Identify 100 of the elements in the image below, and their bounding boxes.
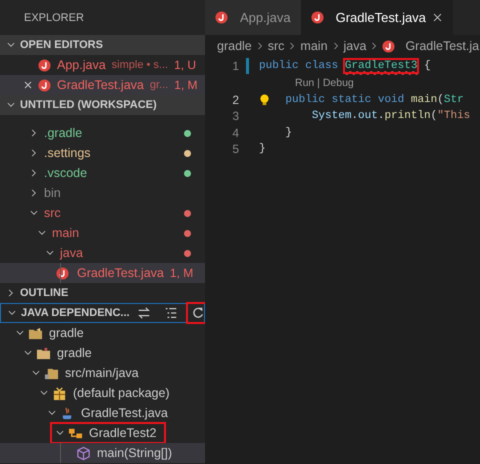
folder-name: bin bbox=[44, 186, 61, 200]
file-item[interactable]: GradleTest.java 1, M bbox=[0, 263, 205, 283]
project-folder-icon bbox=[28, 326, 43, 340]
code-token: main bbox=[410, 94, 438, 106]
folder-name: .vscode bbox=[44, 166, 88, 180]
folder-item[interactable]: .settings bbox=[0, 143, 205, 163]
folder-icon bbox=[36, 346, 51, 360]
file-name: GradleTest.java bbox=[77, 266, 164, 280]
sidebar-title: EXPLORER bbox=[23, 10, 85, 26]
breadcrumb-item[interactable]: java bbox=[344, 39, 366, 53]
folder-item[interactable]: java bbox=[0, 243, 205, 263]
dependency-name: GradleTest.java bbox=[81, 406, 168, 420]
dependency-item[interactable]: main(String[]) bbox=[0, 443, 205, 463]
open-editor-item[interactable]: App.java simple • s... 1, U bbox=[0, 55, 205, 75]
folder-name: main bbox=[52, 226, 80, 240]
folder-item[interactable]: .vscode bbox=[0, 163, 205, 183]
section-header[interactable]: OUTLINE bbox=[0, 283, 205, 303]
code-token: class bbox=[305, 60, 340, 72]
code-token: ( bbox=[437, 94, 444, 106]
refresh-icon bbox=[190, 306, 205, 320]
dependency-name: src/main/java bbox=[65, 366, 139, 380]
breadcrumb-item[interactable]: src bbox=[268, 39, 284, 53]
folder-name: java bbox=[60, 246, 83, 260]
editor-tab[interactable]: App.java bbox=[205, 0, 301, 35]
close-icon[interactable] bbox=[432, 12, 443, 23]
chevron-right-icon bbox=[370, 41, 378, 51]
section-header[interactable]: OPEN EDITORS bbox=[0, 35, 205, 55]
code-lens[interactable]: Run | Debug bbox=[205, 74, 480, 92]
editor-tab[interactable]: GradleTest.java bbox=[300, 0, 453, 35]
java-file-icon bbox=[38, 78, 51, 92]
cube-icon bbox=[76, 446, 91, 460]
section-header[interactable]: JAVA DEPENDENC... bbox=[0, 303, 205, 323]
code-token: ( bbox=[430, 110, 438, 122]
breadcrumb-item[interactable]: gradle bbox=[217, 39, 252, 53]
code-token: out bbox=[358, 110, 378, 122]
folder-name: .settings bbox=[44, 146, 91, 160]
code-token: . bbox=[378, 110, 384, 122]
code-token: "This bbox=[437, 110, 470, 122]
dependency-name: gradle bbox=[57, 346, 92, 360]
line-number: 5 bbox=[231, 142, 239, 156]
folder-name: .gradle bbox=[44, 126, 82, 140]
chevron-right-icon bbox=[288, 41, 296, 51]
file-name: GradleTest.java bbox=[57, 78, 144, 92]
java-file-icon bbox=[310, 11, 324, 24]
code-token: } bbox=[285, 126, 292, 139]
close-icon[interactable] bbox=[22, 79, 34, 91]
code-token: { bbox=[424, 60, 431, 72]
chevron-right-icon bbox=[256, 41, 264, 51]
code-token: } bbox=[259, 143, 266, 156]
dependency-name: main(String[]) bbox=[97, 446, 172, 460]
file-description: simple • s... bbox=[112, 59, 168, 71]
dependency-item[interactable]: src/main/java bbox=[0, 363, 205, 383]
folder-item[interactable]: main bbox=[0, 223, 205, 243]
list-icon bbox=[164, 306, 178, 320]
code-token: System bbox=[312, 110, 352, 122]
line-number: 2 bbox=[231, 92, 239, 107]
folder-name: src bbox=[44, 206, 61, 220]
file-name: App.java bbox=[57, 58, 106, 72]
swap-icon bbox=[136, 306, 151, 320]
code-token: void bbox=[378, 94, 406, 106]
package-icon bbox=[52, 386, 67, 400]
java-file-icon bbox=[382, 40, 396, 52]
file-description: gr... bbox=[150, 79, 168, 91]
dependency-item[interactable]: gradle bbox=[0, 343, 205, 363]
code-token: GradleTest3 bbox=[344, 60, 418, 72]
refresh-button[interactable] bbox=[188, 304, 205, 322]
dependency-item[interactable]: GradleTest.java bbox=[0, 403, 205, 423]
status-dot bbox=[184, 230, 191, 236]
code-token: . bbox=[351, 110, 358, 122]
chevron-right-icon bbox=[332, 41, 340, 51]
problem-count: 1, M bbox=[174, 78, 198, 92]
folder-item[interactable]: bin bbox=[0, 183, 205, 203]
problem-count: 1, M bbox=[170, 266, 194, 280]
dependency-name: GradleTest2 bbox=[89, 426, 156, 440]
status-dot bbox=[184, 150, 191, 156]
dependency-item[interactable]: (default package) bbox=[0, 383, 205, 403]
open-editor-item[interactable]: GradleTest.java gr... 1, M bbox=[0, 75, 205, 95]
problem-count: 1, U bbox=[174, 58, 196, 72]
line-number: 3 bbox=[231, 109, 239, 124]
dependency-item[interactable]: GradleTest2 bbox=[0, 423, 205, 443]
status-dot bbox=[184, 210, 191, 216]
java-file-icon bbox=[215, 11, 228, 24]
java-file-icon bbox=[56, 266, 69, 280]
code-token: println bbox=[384, 110, 431, 122]
line-number: 1 bbox=[231, 59, 239, 74]
line-number: 4 bbox=[231, 126, 239, 140]
folder-item[interactable]: .gradle bbox=[0, 123, 205, 143]
status-dot bbox=[184, 170, 191, 176]
java-file-icon bbox=[38, 58, 51, 72]
dependency-name: (default package) bbox=[73, 386, 170, 400]
dependency-name: gradle bbox=[49, 326, 84, 340]
code-token: static bbox=[332, 94, 372, 106]
section-header[interactable]: UNTITLED (WORKSPACE) bbox=[0, 95, 205, 115]
breadcrumb-item[interactable]: GradleTest.ja bbox=[405, 39, 480, 53]
code-token: public bbox=[259, 60, 300, 72]
code-token: public bbox=[285, 94, 326, 106]
lightbulb-icon[interactable] bbox=[259, 94, 270, 107]
folder-item[interactable]: src bbox=[0, 203, 205, 223]
dependency-item[interactable]: gradle bbox=[0, 323, 205, 343]
breadcrumb-item[interactable]: main bbox=[300, 39, 328, 53]
